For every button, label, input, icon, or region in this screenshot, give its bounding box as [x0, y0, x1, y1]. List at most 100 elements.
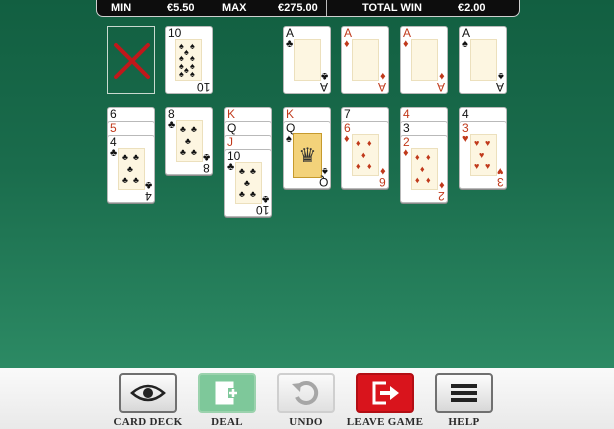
- help-button[interactable]: [435, 373, 493, 413]
- card-pip: ♥: [474, 161, 480, 171]
- card-pip: ♣: [191, 124, 197, 134]
- card-rank: K: [286, 107, 295, 121]
- bottom-toolbar: CARD DECK DEAL UNDO LEAVE GAME HELP: [0, 368, 614, 429]
- undo-button[interactable]: [277, 373, 335, 413]
- max-label: MAX: [222, 2, 247, 14]
- card-rank-bottom: A: [377, 80, 386, 94]
- help-label: HELP: [448, 416, 480, 428]
- card-suit: ♦: [403, 147, 409, 159]
- card-suit: ♦: [344, 38, 350, 50]
- card-pip: ♦: [367, 161, 372, 171]
- card-pip: ♦: [426, 175, 431, 185]
- foundation-card[interactable]: A ♦ ♦ A: [400, 26, 448, 94]
- card-center: ♣ ♣ ♣ ♣ ♣: [118, 148, 145, 190]
- card-pip: ♦: [415, 152, 420, 162]
- card-rank-bottom: 10: [196, 80, 210, 94]
- leave-game-button[interactable]: [356, 373, 414, 413]
- red-x-icon: [114, 43, 150, 79]
- card-rank: K: [227, 107, 236, 121]
- card-rank: 4: [403, 107, 410, 121]
- card-rank-bottom: 6: [379, 175, 386, 189]
- card-rank: 4: [462, 107, 469, 121]
- waste-pile-card[interactable]: 10 ♠ ♠ ♠ ♠ ♠ ♠ ♠ ♠ ♠ ♠ 10: [165, 26, 213, 94]
- stats-bar: MIN €5.50 MAX €275.00 TOTAL WIN €2.00: [96, 0, 520, 17]
- card-rank: J: [227, 135, 233, 149]
- card-center: [294, 39, 321, 81]
- card-rank-bottom: 10: [255, 203, 269, 217]
- tableau-card[interactable]: 8 ♣ ♣ ♣ ♣ ♣ ♣ ♣ 8: [165, 107, 213, 175]
- card-pip: ♣: [250, 189, 256, 199]
- card-pip: ♣: [250, 166, 256, 176]
- card-center: [352, 39, 379, 81]
- tableau-card[interactable]: 6 ♦ ♦ ♦ ♦ ♦ ♦ ♦ 6: [341, 121, 389, 189]
- deal-button[interactable]: [198, 373, 256, 413]
- card-pip: ♣: [122, 175, 128, 185]
- card-rank-bottom: 3: [497, 175, 504, 189]
- card-deck-button[interactable]: [119, 373, 177, 413]
- card-pip: ♥: [474, 138, 480, 148]
- foundation-card[interactable]: A ♠ ♠ A: [459, 26, 507, 94]
- card-rank: Q: [227, 121, 237, 135]
- card-suit: ♥: [462, 133, 469, 145]
- tableau-card[interactable]: 2 ♦ ♦ ♦ ♦ ♦ ♦ ♦ 2: [400, 135, 448, 203]
- card-rank-bottom: Q: [318, 175, 328, 189]
- card-pip: ♦: [356, 138, 361, 148]
- card-center: ♦ ♦ ♦ ♦ ♦: [411, 148, 438, 190]
- card-rank-bottom: A: [436, 80, 445, 94]
- card-pip: ♥: [485, 161, 491, 171]
- min-value: €5.50: [167, 2, 195, 14]
- eye-icon: [130, 384, 166, 402]
- card-pip: ♣: [133, 152, 139, 162]
- card-rank: 3: [403, 121, 410, 135]
- tableau-card[interactable]: 3 ♥ ♥ ♥ ♥ ♥ ♥ ♥ 3: [459, 121, 507, 189]
- exit-arrow-icon: [372, 381, 399, 405]
- card-rank-bottom: 2: [438, 189, 445, 203]
- card-pip: ♣: [244, 178, 250, 188]
- card-pip: ♥: [479, 150, 485, 160]
- card-center: ♦ ♦ ♦ ♦ ♦: [352, 134, 379, 176]
- tableau-card[interactable]: 10 ♣ ♣ ♣ ♣ ♣ ♣ ♣ 10: [224, 149, 272, 217]
- card-suit: ♦: [344, 133, 350, 145]
- foundation-card[interactable]: A ♦ ♦ A: [341, 26, 389, 94]
- card-suit: ♣: [110, 147, 118, 159]
- min-label: MIN: [111, 2, 132, 14]
- card-rank: 5: [110, 121, 117, 135]
- undo-label: UNDO: [289, 416, 323, 428]
- deal-label: DEAL: [211, 416, 243, 428]
- card-pip: ♣: [185, 136, 191, 146]
- card-pip: ♣: [191, 147, 197, 157]
- card-pip: ♦: [361, 150, 366, 160]
- card-pip: ♥: [485, 138, 491, 148]
- card-pip: ♣: [239, 189, 245, 199]
- card-suit: ♣: [168, 119, 176, 131]
- stock-pile[interactable]: [107, 26, 155, 94]
- card-suit: ♠: [462, 38, 468, 50]
- card-pip: ♣: [180, 147, 186, 157]
- stats-divider: [326, 0, 327, 16]
- card-suit: ♦: [403, 38, 409, 50]
- card-pip: ♣: [127, 164, 133, 174]
- card-center: ♠ ♠ ♠ ♠ ♠ ♠ ♠ ♠ ♠ ♠: [175, 39, 202, 81]
- card-center: [470, 39, 497, 81]
- card-suit: ♣: [286, 38, 294, 50]
- card-pip: ♣: [122, 152, 128, 162]
- card-center: ♣ ♣ ♣ ♣ ♣: [235, 162, 262, 204]
- card-suit: ♣: [227, 161, 235, 173]
- card-rank-bottom: 4: [145, 189, 152, 203]
- card-pip: ♣: [180, 124, 186, 134]
- card-rank: 7: [344, 107, 351, 121]
- tableau-card[interactable]: Q ♠ ♛ ♠ Q: [283, 121, 331, 189]
- deal-card-icon: [215, 381, 238, 405]
- card-rank-bottom: 8: [203, 161, 210, 175]
- crown-icon: ♛: [298, 145, 317, 167]
- tableau-card[interactable]: 4 ♣ ♣ ♣ ♣ ♣ ♣ ♣ 4: [107, 135, 155, 203]
- card-pip: ♣: [133, 175, 139, 185]
- court-card-portrait: ♛: [293, 133, 322, 178]
- total-win-value: €2.00: [458, 2, 486, 14]
- foundation-card[interactable]: A ♣ ♣ A: [283, 26, 331, 94]
- card-center: ♣ ♣ ♣ ♣ ♣: [176, 120, 203, 162]
- card-pip: ♦: [426, 152, 431, 162]
- card-pip: ♦: [367, 138, 372, 148]
- total-win-label: TOTAL WIN: [362, 2, 422, 14]
- card-suit: ♠: [286, 133, 292, 145]
